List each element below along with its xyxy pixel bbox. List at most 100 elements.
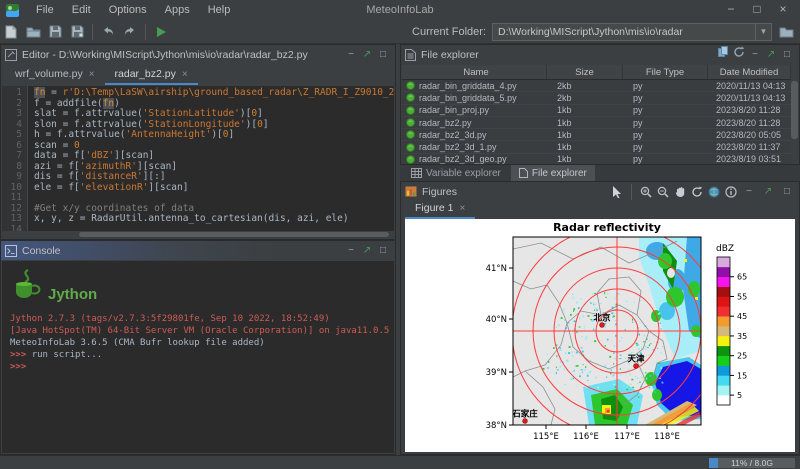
code-line[interactable] xyxy=(34,225,394,232)
city-label: 石家庄 xyxy=(511,409,538,420)
code-line[interactable]: x, y, z = RadarUtil.antenna_to_cartesian… xyxy=(34,214,394,225)
figure-canvas[interactable]: Radar reflectivity xyxy=(405,219,795,452)
refresh-icon[interactable] xyxy=(731,46,747,64)
menu-apps[interactable]: Apps xyxy=(156,0,199,20)
file-explorer-icon xyxy=(405,49,416,61)
panel-float-icon[interactable]: ↗ xyxy=(359,243,375,259)
code-area[interactable]: fn = r'D:\Temp\LaSW\airship\ground_based… xyxy=(28,86,394,231)
city-label: 天津 xyxy=(627,354,645,365)
svg-text:38°N: 38°N xyxy=(486,421,507,431)
tab-variable-explorer[interactable]: Variable explorer xyxy=(403,165,509,181)
tab-label: Figure 1 xyxy=(415,202,454,214)
panel-minimize-icon[interactable]: − xyxy=(343,47,359,63)
current-folder-combo[interactable]: D:\Working\MIScript\Jython\mis\io\radar … xyxy=(492,23,772,41)
zoom-out-icon[interactable] xyxy=(656,185,670,199)
code-editor[interactable]: 1234567891011121314 fn = r'D:\Temp\LaSW\… xyxy=(2,86,394,231)
editor-panel-header: Editor - D:\Working\MIScript\Jython\mis\… xyxy=(1,45,395,64)
menu-edit[interactable]: Edit xyxy=(63,0,100,20)
window-close-button[interactable]: × xyxy=(770,0,796,20)
menu-file[interactable]: File xyxy=(27,0,63,20)
open-folder-icon[interactable] xyxy=(22,23,44,41)
terminal-icon xyxy=(5,245,17,257)
tab-figure-1[interactable]: Figure 1 × xyxy=(405,199,475,219)
console-output[interactable]: Jython Jython 2.7.3 (tags/v2.7.3:5f29801… xyxy=(2,261,394,453)
colorbar: 5152535455565 xyxy=(717,257,747,405)
redo-icon[interactable] xyxy=(119,23,141,41)
y-axis: 41°N40°N39°N38°N xyxy=(486,264,513,431)
svg-text:5: 5 xyxy=(737,391,742,400)
table-row[interactable]: radar_bz2_3d_1.py1kbpy2023/8/20 11:37 xyxy=(402,141,791,153)
run-script-icon[interactable] xyxy=(150,23,172,41)
chevron-down-icon[interactable]: ▼ xyxy=(755,24,771,40)
window-maximize-button[interactable]: □ xyxy=(744,0,770,20)
panel-minimize-icon[interactable]: − xyxy=(741,184,757,200)
svg-text:41°N: 41°N xyxy=(486,264,507,274)
console-title: Console xyxy=(22,245,61,257)
browse-folder-icon[interactable] xyxy=(776,26,796,38)
svg-text:115°E: 115°E xyxy=(533,432,559,442)
column-header-name: Name xyxy=(402,65,547,79)
panel-maximize-icon[interactable]: □ xyxy=(779,47,795,63)
editor-horizontal-scrollbar[interactable] xyxy=(79,232,389,237)
panel-float-icon[interactable]: ↗ xyxy=(359,47,375,63)
save-as-icon[interactable] xyxy=(66,23,88,41)
svg-text:55: 55 xyxy=(737,292,747,301)
svg-text:118°E: 118°E xyxy=(654,432,680,442)
title-bar: FileEditOptionsAppsHelp MeteoInfoLab − □… xyxy=(0,0,800,20)
close-icon[interactable]: × xyxy=(460,203,466,214)
undo-icon[interactable] xyxy=(97,23,119,41)
menu-bar: FileEditOptionsAppsHelp xyxy=(27,0,239,20)
globe-icon[interactable] xyxy=(707,185,721,199)
svg-text:117°E: 117°E xyxy=(614,432,640,442)
panel-minimize-icon[interactable]: − xyxy=(343,243,359,259)
tab-label: radar_bz2.py xyxy=(115,68,176,80)
jython-logo-text: Jython xyxy=(48,286,97,303)
explorer-tab-bar: Variable explorer File explorer xyxy=(400,165,800,181)
editor-tab-radar_bz2.py[interactable]: radar_bz2.py × xyxy=(105,65,198,85)
table-row[interactable]: radar_bz2.py1kbpy2023/8/20 11:28 xyxy=(402,117,791,129)
editor-title: Editor - D:\Working\MIScript\Jython\mis\… xyxy=(22,49,308,61)
menu-help[interactable]: Help xyxy=(199,0,240,20)
file-table-vertical-scrollbar[interactable] xyxy=(791,81,798,139)
column-header-date: Date Modified xyxy=(708,65,791,79)
code-line[interactable]: h = f.attrvalue('AntennaHeight')[0] xyxy=(34,130,394,141)
close-icon[interactable]: × xyxy=(182,69,188,80)
table-row[interactable]: radar_bz2_3d_geo.py1kbpy2023/8/19 03:51 xyxy=(402,154,791,164)
app-logo-icon xyxy=(6,4,19,17)
tab-file-explorer[interactable]: File explorer xyxy=(511,165,595,181)
console-line: MeteoInfoLab 3.6.5 (CMA Bufr lookup file… xyxy=(10,337,394,349)
editor-tab-wrf_volume.py[interactable]: wrf_volume.py× xyxy=(5,65,105,85)
column-header-type: File Type xyxy=(623,65,708,79)
table-row[interactable]: radar_bin_griddata_4.py2kbpy2020/11/13 0… xyxy=(402,80,791,92)
save-icon[interactable] xyxy=(44,23,66,41)
code-line[interactable]: ele = f['elevationR'][scan] xyxy=(34,183,394,194)
window-minimize-button[interactable]: − xyxy=(718,0,744,20)
info-icon[interactable] xyxy=(724,185,738,199)
current-folder-value[interactable]: D:\Working\MIScript\Jython\mis\io\radar xyxy=(493,26,755,38)
tab-label: Variable explorer xyxy=(426,168,501,179)
file-explorer-header: File explorer − ↗ □ xyxy=(401,45,799,64)
select-cursor-icon[interactable] xyxy=(610,185,624,199)
svg-text:65: 65 xyxy=(737,273,747,282)
svg-text:15: 15 xyxy=(737,371,747,380)
panel-float-icon[interactable]: ↗ xyxy=(763,47,779,63)
line-number-gutter: 1234567891011121314 xyxy=(2,86,28,231)
close-icon[interactable]: × xyxy=(89,69,95,80)
panel-float-icon[interactable]: ↗ xyxy=(760,184,776,200)
table-row[interactable]: radar_bin_griddata_5.py2kbpy2020/11/13 0… xyxy=(402,92,791,104)
file-table: Name Size File Type Date Modified radar_… xyxy=(402,65,791,164)
zoom-in-icon[interactable] xyxy=(639,185,653,199)
current-folder-label: Current Folder: xyxy=(412,26,486,38)
file-table-header[interactable]: Name Size File Type Date Modified xyxy=(402,65,791,80)
panel-minimize-icon[interactable]: − xyxy=(747,47,763,63)
table-row[interactable]: radar_bz2_3d.py1kbpy2023/8/20 05:05 xyxy=(402,129,791,141)
copy-path-icon[interactable] xyxy=(715,46,731,63)
menu-options[interactable]: Options xyxy=(100,0,156,20)
rotate-icon[interactable] xyxy=(690,185,704,199)
new-file-icon[interactable] xyxy=(0,23,22,41)
pan-hand-icon[interactable] xyxy=(673,185,687,199)
table-row[interactable]: radar_bin_proj.py1kbpy2023/8/20 11:28 xyxy=(402,105,791,117)
panel-maximize-icon[interactable]: □ xyxy=(375,243,391,259)
panel-maximize-icon[interactable]: □ xyxy=(375,47,391,63)
panel-maximize-icon[interactable]: □ xyxy=(779,184,795,200)
